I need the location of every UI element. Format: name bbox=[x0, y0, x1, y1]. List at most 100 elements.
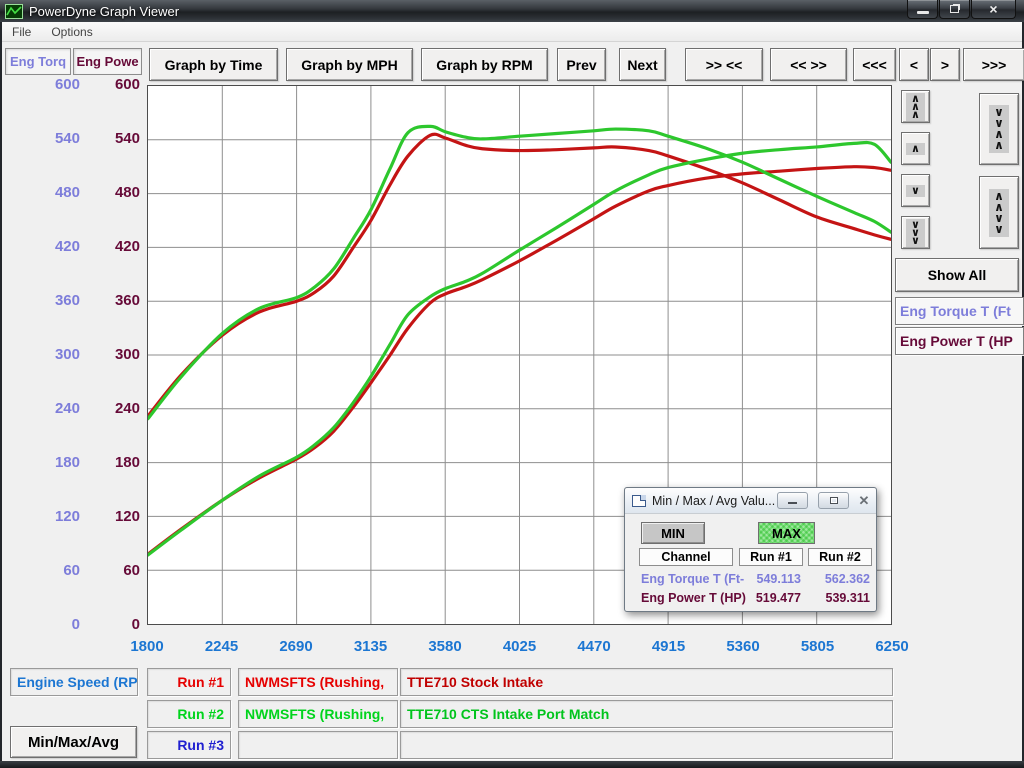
minimize-button[interactable] bbox=[907, 0, 938, 19]
down-chevron-icon: ∨ bbox=[906, 185, 925, 197]
y-tick-label: 540 bbox=[26, 130, 80, 147]
pan-left-button[interactable]: < bbox=[899, 48, 929, 81]
y-tick-label: 60 bbox=[86, 562, 140, 579]
restore-icon bbox=[830, 497, 838, 504]
y-tick-label: 240 bbox=[86, 400, 140, 417]
x-tick-label: 3135 bbox=[354, 638, 387, 655]
up-chevron-icon: ∧ bbox=[906, 143, 925, 155]
y-tick-label: 420 bbox=[26, 238, 80, 255]
x-tick-label: 2690 bbox=[279, 638, 312, 655]
x-tick-label: 2245 bbox=[205, 638, 238, 655]
prev-button[interactable]: Prev bbox=[557, 48, 606, 81]
y-tick-label: 480 bbox=[86, 184, 140, 201]
run2-max-torque: 562.362 bbox=[808, 572, 870, 586]
y-axis-power: 600540480420360300240180120600 bbox=[86, 42, 140, 682]
y-tick-label: 60 bbox=[26, 562, 80, 579]
main-content: Eng Torq Eng Powe Graph by Time Graph by… bbox=[2, 42, 1022, 762]
app-window: PowerDyne Graph Viewer × File Options En… bbox=[0, 0, 1024, 768]
restore-button[interactable] bbox=[939, 0, 970, 19]
column-header-run2: Run #2 bbox=[808, 548, 872, 566]
min-button[interactable]: MIN bbox=[641, 522, 705, 544]
run2-label-field[interactable]: Run #2 bbox=[147, 700, 231, 728]
expand-y-button[interactable]: ∧∧∨∨ bbox=[979, 176, 1019, 249]
y-tick-label: 180 bbox=[86, 454, 140, 471]
y-tick-label: 300 bbox=[26, 346, 80, 363]
y-tick-label: 120 bbox=[26, 508, 80, 525]
scale-up-button[interactable]: ∧ bbox=[901, 132, 930, 165]
run1-description-field[interactable]: TTE710 Stock Intake bbox=[400, 668, 893, 696]
zoom-in-x-button[interactable]: >> << bbox=[685, 48, 763, 81]
minmax-close-button[interactable]: ✕ bbox=[853, 492, 875, 509]
y-tick-label: 120 bbox=[86, 508, 140, 525]
run1-label-field[interactable]: Run #1 bbox=[147, 668, 231, 696]
run2-max-power: 539.311 bbox=[808, 591, 870, 605]
run3-description-field[interactable] bbox=[400, 731, 893, 759]
graph-by-time-button[interactable]: Graph by Time bbox=[149, 48, 278, 81]
x-tick-label: 4470 bbox=[577, 638, 610, 655]
y-tick-label: 0 bbox=[86, 616, 140, 633]
x-tick-label: 5360 bbox=[726, 638, 759, 655]
graph-by-rpm-button[interactable]: Graph by RPM bbox=[421, 48, 548, 81]
run2-description-field[interactable]: TTE710 CTS Intake Port Match bbox=[400, 700, 893, 728]
row-label: Eng Power T (HP) bbox=[641, 591, 746, 605]
title-bar: PowerDyne Graph Viewer × bbox=[0, 0, 1024, 22]
close-icon: × bbox=[989, 2, 997, 16]
restore-icon bbox=[950, 5, 959, 13]
close-button[interactable]: × bbox=[971, 0, 1016, 19]
show-all-button[interactable]: Show All bbox=[895, 258, 1019, 292]
channel-button-torque[interactable]: Eng Torque T (Ft bbox=[895, 297, 1024, 325]
x-axis: 1800224526903135358040254470491553605805… bbox=[2, 638, 1022, 658]
minimize-icon bbox=[788, 502, 797, 504]
squeeze-vertical-icon: ∨∨∧∧ bbox=[989, 105, 1009, 153]
x-tick-label: 6250 bbox=[875, 638, 908, 655]
y-tick-label: 180 bbox=[26, 454, 80, 471]
pan-left-fast-button[interactable]: <<< bbox=[853, 48, 896, 81]
minimize-icon bbox=[917, 11, 929, 14]
x-tick-label: 5805 bbox=[801, 638, 834, 655]
row-label: Eng Torque T (Ft- bbox=[641, 572, 744, 586]
y-tick-label: 540 bbox=[86, 130, 140, 147]
y-tick-label: 300 bbox=[86, 346, 140, 363]
zoom-out-x-button[interactable]: << >> bbox=[770, 48, 847, 81]
expand-vertical-icon: ∧∧∨∨ bbox=[989, 189, 1009, 237]
menu-bar: File Options bbox=[2, 22, 1022, 42]
channel-button-power[interactable]: Eng Power T (HP bbox=[895, 327, 1024, 355]
graph-by-mph-button[interactable]: Graph by MPH bbox=[286, 48, 413, 81]
column-header-run1: Run #1 bbox=[739, 548, 803, 566]
menu-file[interactable]: File bbox=[2, 23, 41, 41]
window-title: PowerDyne Graph Viewer bbox=[29, 4, 179, 19]
scale-up-fast-button[interactable]: ∧∧∧ bbox=[901, 90, 930, 123]
run1-max-power: 519.477 bbox=[739, 591, 801, 605]
x-tick-label: 1800 bbox=[130, 638, 163, 655]
scale-down-button[interactable]: ∨ bbox=[901, 174, 930, 207]
minmax-minimize-button[interactable] bbox=[777, 492, 808, 509]
y-tick-label: 360 bbox=[86, 292, 140, 309]
run1-max-torque: 549.113 bbox=[739, 572, 801, 586]
pan-right-fast-button[interactable]: >>> bbox=[963, 48, 1024, 81]
max-button[interactable]: MAX bbox=[758, 522, 815, 544]
min-max-avg-button[interactable]: Min/Max/Avg bbox=[10, 726, 137, 758]
run1-operator-field[interactable]: NWMSFTS (Rushing, bbox=[238, 668, 398, 696]
run2-operator-field[interactable]: NWMSFTS (Rushing, bbox=[238, 700, 398, 728]
run3-label-field[interactable]: Run #3 bbox=[147, 731, 231, 759]
y-tick-label: 0 bbox=[26, 616, 80, 633]
minmax-window-title: Min / Max / Avg Valu... bbox=[652, 494, 775, 508]
minmax-restore-button[interactable] bbox=[818, 492, 849, 509]
scale-down-fast-button[interactable]: ∨∨∨ bbox=[901, 216, 930, 249]
menu-options[interactable]: Options bbox=[41, 23, 102, 41]
x-tick-label: 3580 bbox=[428, 638, 461, 655]
minmax-title-bar[interactable]: Min / Max / Avg Valu... ✕ bbox=[625, 488, 876, 514]
triple-up-icon: ∧∧∧ bbox=[906, 93, 925, 121]
y-tick-label: 420 bbox=[86, 238, 140, 255]
y-tick-label: 480 bbox=[26, 184, 80, 201]
engine-speed-field[interactable]: Engine Speed (RP bbox=[10, 668, 138, 696]
x-tick-label: 4025 bbox=[503, 638, 536, 655]
y-tick-label: 600 bbox=[86, 76, 140, 93]
squeeze-y-button[interactable]: ∨∨∧∧ bbox=[979, 93, 1019, 165]
pan-right-button[interactable]: > bbox=[930, 48, 960, 81]
app-icon bbox=[5, 4, 23, 19]
y-tick-label: 360 bbox=[26, 292, 80, 309]
next-button[interactable]: Next bbox=[619, 48, 666, 81]
run3-operator-field[interactable] bbox=[238, 731, 398, 759]
triple-down-icon: ∨∨∨ bbox=[906, 219, 925, 247]
